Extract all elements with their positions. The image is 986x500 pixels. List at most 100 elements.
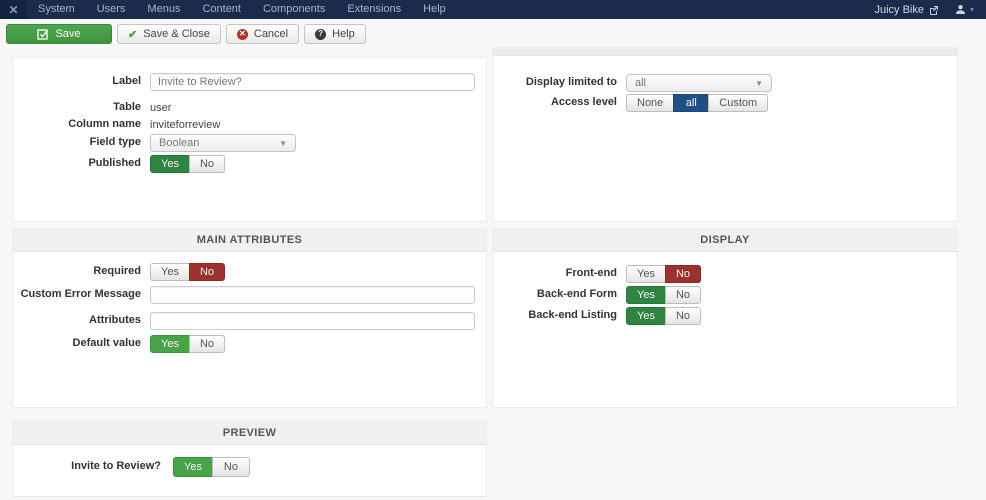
cancel-icon: ✕ [236, 28, 248, 40]
check-icon: ✔ [128, 28, 138, 41]
save-close-label: Save & Close [143, 28, 210, 40]
field-type-label: Field type [89, 136, 141, 149]
menu-extensions[interactable]: Extensions [336, 0, 412, 19]
required-label: Required [93, 265, 141, 278]
published-toggle: Yes No [150, 155, 226, 173]
menu-users[interactable]: Users [86, 0, 137, 19]
back-end-form-toggle: Yes No [626, 286, 702, 304]
back-end-form-label: Back-end Form [536, 288, 617, 301]
display-limited-select[interactable]: all ▼ [626, 74, 772, 92]
display-limited-label: Display limited to [525, 76, 617, 89]
panel-top-strip [493, 48, 957, 56]
back-end-form-row: Back-end Form Yes No [493, 286, 957, 304]
published-label: Published [88, 157, 141, 170]
site-name-label: Juicy Bike [874, 3, 924, 16]
user-menu[interactable]: ▾ [955, 4, 974, 15]
chevron-down-icon: ▼ [279, 138, 287, 148]
required-no-button[interactable]: No [188, 263, 226, 281]
general-panel: Label Table user Column name inviteforre… [12, 57, 487, 222]
navbar-right: Juicy Bike ▾ [874, 0, 986, 19]
custom-error-label: Custom Error Message [20, 288, 141, 301]
back-end-listing-label: Back-end Listing [528, 309, 617, 322]
front-end-row: Front-end Yes No [493, 265, 957, 283]
main-attributes-panel: MAIN ATTRIBUTES Required Yes No Custom E… [12, 228, 487, 408]
display-limited-value: all [635, 77, 647, 89]
attributes-row: Attributes [13, 312, 486, 330]
user-icon [955, 4, 966, 15]
front-end-no-button[interactable]: No [664, 265, 702, 283]
display-header: DISPLAY [493, 229, 957, 252]
preview-field-row: Invite to Review? Yes No [13, 457, 486, 477]
field-type-value: Boolean [159, 137, 200, 149]
label-input[interactable] [150, 73, 475, 91]
table-value: user [150, 101, 172, 114]
attributes-input[interactable] [150, 312, 475, 330]
back-end-listing-toggle: Yes No [626, 307, 702, 325]
access-none-button[interactable]: None [626, 94, 675, 112]
save-button[interactable]: Save [6, 24, 112, 44]
column-name-value: inviteforreview [150, 118, 221, 131]
back-end-listing-no-button[interactable]: No [664, 307, 702, 325]
external-link-icon [929, 5, 939, 15]
access-custom-button[interactable]: Custom [708, 94, 769, 112]
site-preview-link[interactable]: Juicy Bike [874, 4, 939, 16]
preview-toggle: Yes No [173, 457, 250, 477]
back-end-listing-yes-button[interactable]: Yes [626, 307, 666, 325]
access-level-label: Access level [550, 96, 617, 109]
toolbar: Save ✔ Save & Close ✕ Cancel ? Help [0, 19, 986, 48]
preview-field-label: Invite to Review? [71, 460, 161, 473]
default-value-toggle: Yes No [150, 335, 226, 353]
front-end-toggle: Yes No [626, 265, 702, 283]
required-toggle: Yes No [150, 263, 226, 281]
published-no-button[interactable]: No [188, 155, 226, 173]
display-title: DISPLAY [700, 234, 750, 246]
published-row: Published Yes No [13, 155, 486, 173]
attributes-label: Attributes [89, 314, 141, 327]
save-close-button[interactable]: ✔ Save & Close [117, 24, 221, 44]
help-label: Help [332, 28, 355, 40]
table-field-label: Table [113, 101, 141, 113]
preview-yes-button[interactable]: Yes [173, 457, 213, 477]
display-limit-panel: Display limited to all ▼ Access level No… [492, 47, 958, 222]
published-yes-button[interactable]: Yes [150, 155, 190, 173]
default-yes-button[interactable]: Yes [150, 335, 190, 353]
back-end-listing-row: Back-end Listing Yes No [493, 307, 957, 325]
default-value-row: Default value Yes No [13, 335, 486, 353]
access-level-toggle: None all Custom [626, 94, 769, 112]
required-yes-button[interactable]: Yes [150, 263, 190, 281]
display-limited-row: Display limited to all ▼ [493, 74, 957, 92]
access-all-button[interactable]: all [673, 94, 710, 112]
preview-header: PREVIEW [13, 422, 486, 445]
display-panel: DISPLAY Front-end Yes No Back-end Form Y… [492, 228, 958, 408]
joomla-logo-icon[interactable]: ✕ [0, 0, 27, 19]
chevron-down-icon: ▼ [755, 78, 763, 88]
access-level-row: Access level None all Custom [493, 94, 957, 112]
help-button[interactable]: ? Help [304, 24, 366, 44]
preview-no-button[interactable]: No [211, 457, 250, 477]
menu-components[interactable]: Components [252, 0, 336, 19]
back-end-form-no-button[interactable]: No [664, 286, 702, 304]
preview-title: PREVIEW [222, 427, 277, 439]
save-icon [37, 28, 49, 40]
menu-menus[interactable]: Menus [136, 0, 191, 19]
column-name-row: Column name inviteforreview [13, 118, 486, 131]
default-no-button[interactable]: No [188, 335, 226, 353]
cancel-label: Cancel [253, 28, 289, 40]
custom-error-row: Custom Error Message [13, 286, 486, 304]
front-end-label: Front-end [565, 267, 617, 280]
menu-content[interactable]: Content [191, 0, 252, 19]
menu-help[interactable]: Help [412, 0, 457, 19]
front-end-yes-button[interactable]: Yes [626, 265, 666, 283]
menu-system[interactable]: System [27, 0, 86, 19]
main-attributes-title: MAIN ATTRIBUTES [196, 234, 303, 246]
top-navbar: ✕ System Users Menus Content Components … [0, 0, 986, 19]
save-label: Save [55, 28, 81, 40]
cancel-button[interactable]: ✕ Cancel [225, 24, 300, 44]
preview-panel: PREVIEW Invite to Review? Yes No [12, 421, 487, 497]
table-field-row: Table user [13, 101, 486, 114]
field-type-select[interactable]: Boolean ▼ [150, 134, 296, 152]
custom-error-input[interactable] [150, 286, 475, 304]
help-icon: ? [315, 28, 327, 40]
back-end-form-yes-button[interactable]: Yes [626, 286, 666, 304]
default-value-label: Default value [72, 337, 141, 350]
